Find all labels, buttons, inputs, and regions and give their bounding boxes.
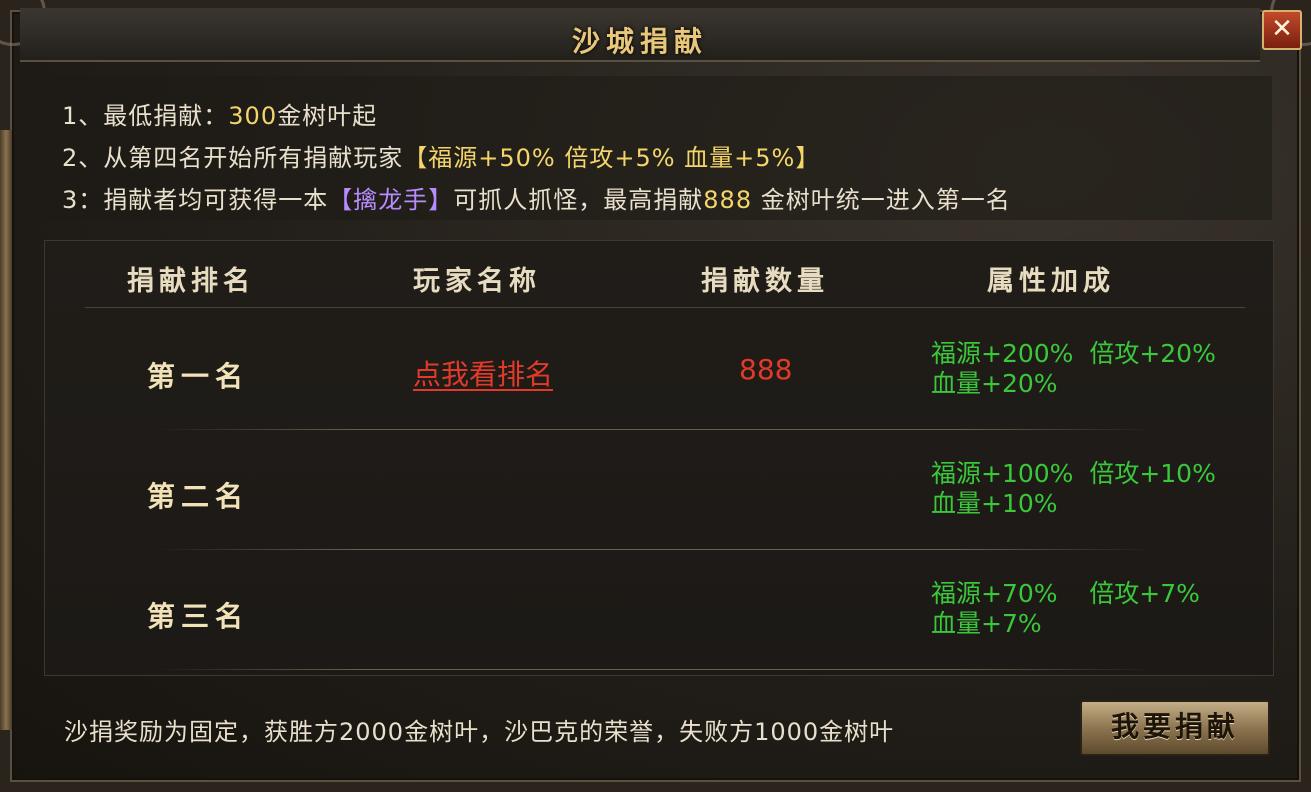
header-player: 玩家名称 xyxy=(413,266,541,297)
rule-3-item-link[interactable]: 【擒龙手】 xyxy=(328,186,453,214)
rule-2-bonus: 【福源+50% 倍攻+5% 血量+5%】 xyxy=(403,144,821,172)
table-row: 第二名 福源+100% 倍攻+10% 血量+10% xyxy=(45,429,1273,550)
reward-note: 沙捐奖励为固定，获胜方2000金树叶，沙巴克的荣誉，失败方1000金树叶 xyxy=(64,718,895,746)
rule-1-suffix: 金树叶起 xyxy=(277,102,378,130)
rule-3-mid: 可抓人抓怪，最高捐献 xyxy=(453,186,704,214)
header-rank: 捐献排名 xyxy=(127,266,255,297)
background-map-strip xyxy=(0,130,12,730)
close-button[interactable]: ✕ xyxy=(1262,10,1302,50)
rule-2-prefix: 2、从第四名开始所有捐献玩家 xyxy=(62,144,404,172)
ranking-table: 捐献排名 玩家名称 捐献数量 属性加成 第一名 点我看排名 888 福源+200… xyxy=(44,240,1274,676)
rules-panel: 1、最低捐献：300金树叶起 2、从第四名开始所有捐献玩家【福源+50% 倍攻+… xyxy=(40,76,1272,220)
donate-button[interactable]: 我要捐献 xyxy=(1080,700,1270,756)
header-bonus: 属性加成 xyxy=(987,266,1115,297)
rule-1-prefix: 1、最低捐献： xyxy=(62,102,229,130)
donation-amount: 888 xyxy=(739,353,793,386)
table-row: 第一名 点我看排名 888 福源+200% 倍攻+20% 血量+20% xyxy=(45,309,1273,430)
rule-3-prefix: 3：捐献者均可获得一本 xyxy=(62,186,329,214)
view-ranking-link[interactable]: 点我看排名 xyxy=(413,353,553,393)
rule-3-suffix: 金树叶统一进入第一名 xyxy=(752,186,1011,214)
rule-3-max-amount: 888 xyxy=(703,186,753,214)
rank-label: 第二名 xyxy=(147,480,250,513)
rule-3: 3：捐献者均可获得一本【擒龙手】可抓人抓怪，最高捐献888 金树叶统一进入第一名 xyxy=(62,180,1011,215)
rank-label: 第一名 xyxy=(147,360,250,393)
title-bar: 沙城捐献 xyxy=(20,8,1260,62)
rule-1: 1、最低捐献：300金树叶起 xyxy=(62,96,377,131)
table-row: 第三名 福源+70% 倍攻+7% 血量+7% xyxy=(45,549,1273,670)
bonus-line-1: 福源+100% 倍攻+10% xyxy=(931,459,1216,488)
bonus-line-2: 血量+10% xyxy=(931,489,1058,518)
rule-1-min-amount: 300 xyxy=(228,102,278,130)
bonus-line-2: 血量+7% xyxy=(931,609,1042,638)
table-header: 捐献排名 玩家名称 捐献数量 属性加成 xyxy=(85,241,1245,308)
rule-2: 2、从第四名开始所有捐献玩家【福源+50% 倍攻+5% 血量+5%】 xyxy=(62,138,820,173)
header-amount: 捐献数量 xyxy=(701,266,829,297)
bonus-line-1: 福源+200% 倍攻+20% xyxy=(931,339,1216,368)
rank-label: 第三名 xyxy=(147,600,250,633)
bonus-line-1: 福源+70% 倍攻+7% xyxy=(931,579,1200,608)
row-divider xyxy=(155,669,1155,670)
bonus-line-2: 血量+20% xyxy=(931,369,1058,398)
window-title: 沙城捐献 xyxy=(571,25,708,58)
